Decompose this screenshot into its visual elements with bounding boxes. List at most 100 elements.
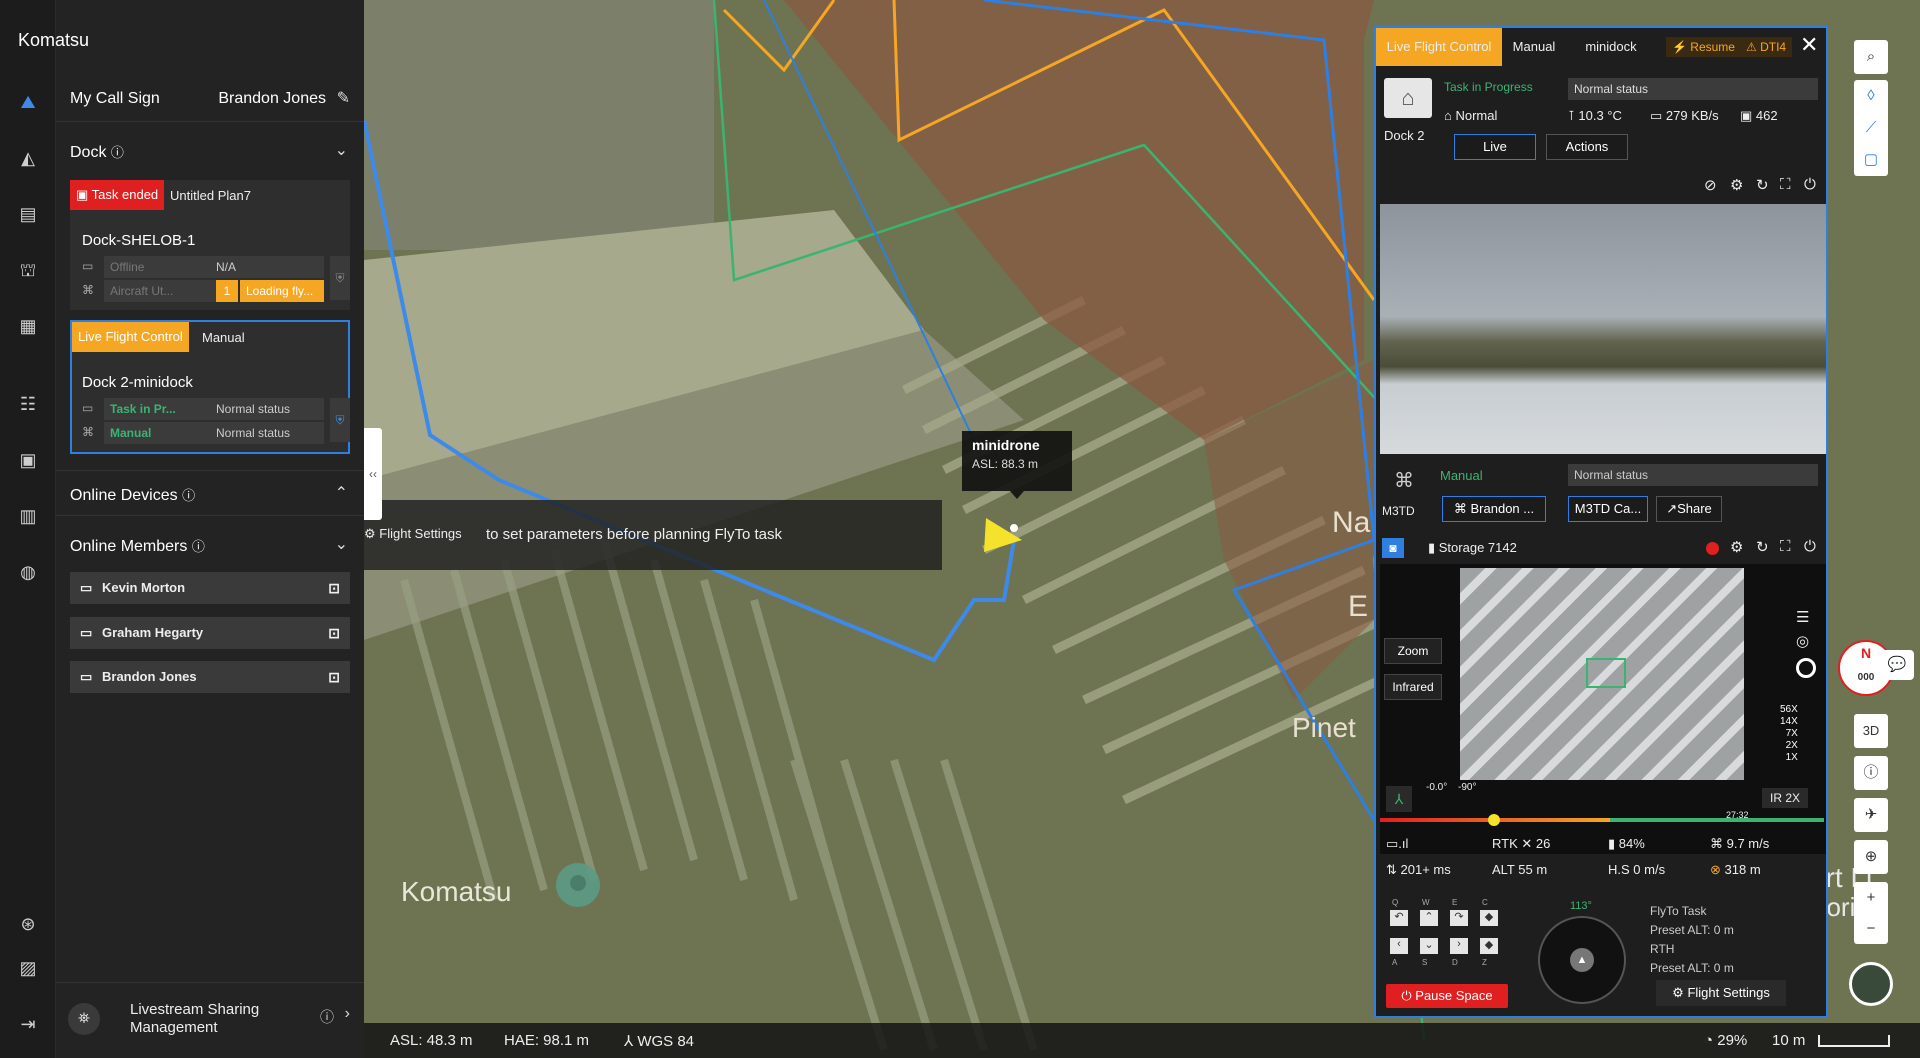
actions-button[interactable]: Actions <box>1546 134 1628 160</box>
share-button[interactable]: ↗Share <box>1656 496 1722 522</box>
dock-camera-feed[interactable] <box>1380 204 1826 454</box>
zoom-levels[interactable]: 56X 14X 7X 2X 1X <box>1780 704 1798 764</box>
tab-live-flight-control[interactable]: Live Flight Control <box>1376 28 1502 66</box>
power-icon[interactable]: ⏻ <box>1804 176 1816 193</box>
3d-toggle-icon[interactable]: 3D <box>1854 714 1888 748</box>
polygon-icon[interactable]: ▢ <box>1854 144 1888 176</box>
aircraft-mode: Manual <box>1440 468 1483 483</box>
right-key[interactable]: › <box>1450 938 1468 954</box>
online-devices-row[interactable]: Online Devices ⓘ ⌃ <box>56 470 364 516</box>
support-icon[interactable]: ⊛ <box>14 910 42 938</box>
chevron-right-icon[interactable]: › <box>345 1005 350 1023</box>
power-icon[interactable]: ⏻ <box>1804 538 1816 555</box>
record-icon[interactable] <box>1706 542 1719 555</box>
key-label: A <box>1392 958 1398 967</box>
pause-button[interactable]: ⏻ Pause Space <box>1386 984 1508 1008</box>
member-item[interactable]: ▭ Graham Hegarty ⊡ <box>70 617 350 649</box>
device-management-icon[interactable]: ▨ <box>14 954 42 982</box>
forward-key[interactable]: ⌃ <box>1420 910 1438 926</box>
flight-settings-button[interactable]: ⚙ Flight Settings <box>1656 980 1786 1006</box>
dock-section-title[interactable]: Dock ⓘ <box>70 142 124 162</box>
waypoint-icon[interactable]: ◭ <box>14 144 42 172</box>
shield-icon[interactable]: ⛨ <box>330 256 350 300</box>
fullscreen-icon[interactable]: ⛶ <box>1780 176 1791 193</box>
settings-icon[interactable]: ⚙ <box>1730 538 1743 556</box>
shield-icon[interactable]: ⛨ <box>330 398 350 442</box>
up-key[interactable]: ◆ <box>1480 910 1498 926</box>
camera-icon[interactable]: ◙ <box>1382 538 1404 558</box>
member-item[interactable]: ▭ Kevin Morton ⊡ <box>70 572 350 604</box>
down-key[interactable]: ◆ <box>1480 938 1498 954</box>
airplane-icon[interactable]: ✈ <box>1854 798 1888 832</box>
zoom-level[interactable]: 14X <box>1780 716 1798 728</box>
basemap-switch-icon[interactable] <box>1849 962 1893 1006</box>
rotate-right-key[interactable]: ↷ <box>1450 910 1468 926</box>
flight-settings-link[interactable]: ⚙ Flight Settings <box>364 526 462 542</box>
shutter-button[interactable] <box>1796 658 1816 678</box>
resume-button[interactable]: ⚡ Resume <box>1666 37 1741 57</box>
logout-icon[interactable]: ⇥ <box>14 1010 42 1038</box>
online-members-row[interactable]: Online Members ⓘ ⌄ <box>56 522 364 568</box>
zoom-level[interactable]: 2X <box>1780 740 1798 752</box>
settings-icon[interactable]: ⚙ <box>1730 176 1743 194</box>
dock1-card[interactable]: ▣ Task ended Untitled Plan7 Dock-SHELOB-… <box>70 180 350 310</box>
network-speed-value: 279 KB/s <box>1665 108 1719 123</box>
dock2-card[interactable]: Live Flight Control Manual Dock 2-minido… <box>70 320 350 454</box>
zoom-controls: + − <box>1854 882 1888 944</box>
collapse-panel-button[interactable]: ‹‹ <box>364 428 382 520</box>
flyto-hint-banner: ⚙ Flight Settings to set parameters befo… <box>364 500 942 570</box>
zoom-level[interactable]: 1X <box>1780 752 1798 764</box>
sliders-icon[interactable]: ☰ <box>1796 608 1809 626</box>
info-icon[interactable]: ⓘ <box>320 1007 334 1027</box>
live-button[interactable]: Live <box>1454 134 1536 160</box>
calendar-icon[interactable]: ▣ <box>14 446 42 474</box>
tab-manual[interactable]: Manual <box>1502 28 1566 66</box>
refresh-icon[interactable]: ↻ <box>1756 538 1769 556</box>
zoom-in-icon[interactable]: + <box>1854 882 1888 913</box>
datum-readout[interactable]: ⅄ WGS 84 <box>624 1032 694 1050</box>
tasks-icon[interactable]: ☷ <box>14 390 42 418</box>
left-key[interactable]: ‹ <box>1390 938 1408 954</box>
album-icon[interactable]: ▥ <box>14 502 42 530</box>
info-icon[interactable]: ⓘ <box>1854 756 1888 790</box>
chevron-up-icon[interactable]: ⌃ <box>335 483 348 503</box>
camera-button[interactable]: M3TD Ca... <box>1568 496 1648 522</box>
locate-icon[interactable]: ⊡ <box>328 661 340 693</box>
back-key[interactable]: ⌄ <box>1420 938 1438 954</box>
member-item[interactable]: ▭ Brandon Jones ⊡ <box>70 661 350 693</box>
capture-mode-icon[interactable]: ◎ <box>1796 632 1809 650</box>
pilot-button[interactable]: ⌘ Brandon ... <box>1442 496 1546 522</box>
asl-readout: ASL: 48.3 m <box>390 1032 473 1049</box>
edit-icon[interactable]: ✎ <box>337 88 350 108</box>
locate-icon[interactable]: ⊕ <box>1854 840 1888 874</box>
chat-icon[interactable]: 💬 <box>1880 650 1914 680</box>
zoom-button[interactable]: Zoom <box>1384 638 1442 664</box>
gimbal-icon[interactable]: ⅄ <box>1386 786 1412 812</box>
rotate-left-key[interactable]: ↶ <box>1390 910 1408 926</box>
fullscreen-icon[interactable]: ⛶ <box>1780 538 1791 555</box>
media-icon[interactable]: ▤ <box>14 200 42 228</box>
model-icon[interactable]: ⛫ <box>14 256 42 284</box>
timeline-handle[interactable] <box>1488 814 1500 826</box>
zoom-level[interactable]: 56X <box>1780 704 1798 716</box>
refresh-icon[interactable]: ↻ <box>1756 176 1769 194</box>
chevron-down-icon[interactable]: ⌄ <box>335 140 348 160</box>
livestream-row[interactable]: ⛯ Livestream Sharing Management ⓘ › <box>56 982 364 1058</box>
project-icon[interactable]: ⛰ <box>14 88 42 116</box>
infrared-button[interactable]: Infrared <box>1384 674 1442 700</box>
dashboard-icon[interactable]: ◍ <box>14 558 42 586</box>
search-icon[interactable]: ⌕ <box>1854 40 1888 74</box>
line-icon[interactable]: ⟋ <box>1854 112 1888 144</box>
zoom-out-icon[interactable]: − <box>1854 913 1888 944</box>
pin-icon[interactable]: ◊ <box>1854 80 1888 112</box>
ir-zoom-badge[interactable]: IR 2X <box>1762 788 1809 808</box>
zoom-level[interactable]: 7X <box>1780 728 1798 740</box>
locate-icon[interactable]: ⊡ <box>328 617 340 649</box>
no-record-icon[interactable]: ⊘ <box>1704 176 1717 194</box>
map-layers-icon[interactable]: ▦ <box>14 312 42 340</box>
tab-minidock[interactable]: minidock <box>1566 28 1656 66</box>
chevron-down-icon[interactable]: ⌄ <box>335 534 348 554</box>
close-icon[interactable]: ✕ <box>1800 32 1818 58</box>
hint-button-label: Flight Settings <box>379 526 462 541</box>
locate-icon[interactable]: ⊡ <box>328 572 340 604</box>
